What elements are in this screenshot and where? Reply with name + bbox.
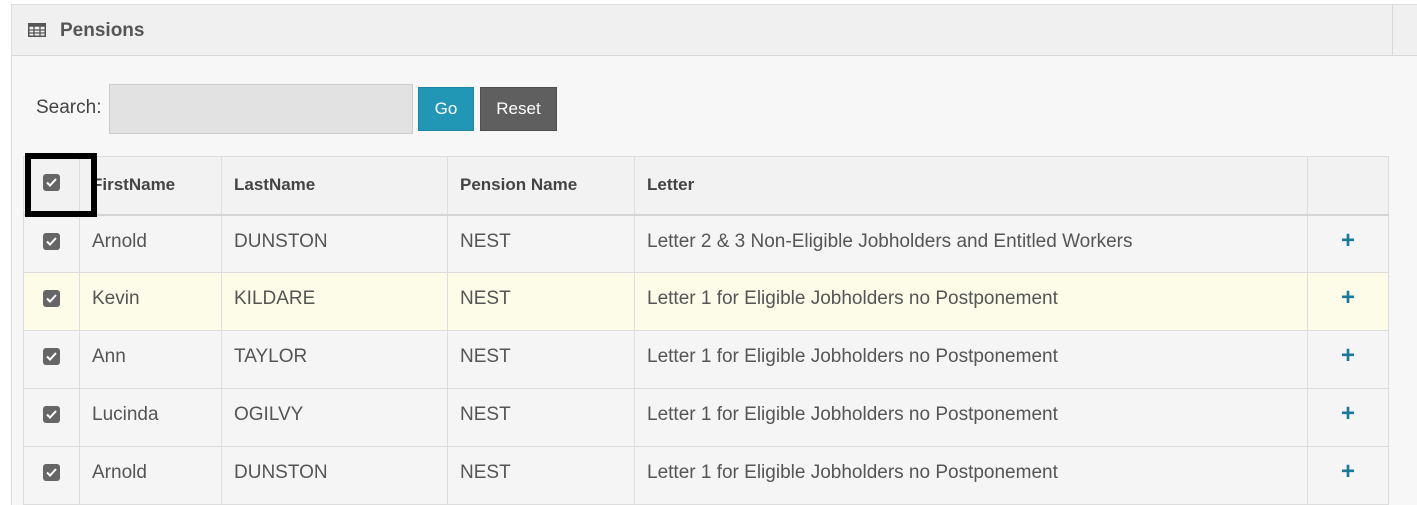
check-icon <box>46 410 57 419</box>
row-checkbox-cell <box>23 214 80 273</box>
table-row[interactable]: Lucinda OGILVY NEST Letter 1 for Eligibl… <box>23 388 1389 447</box>
cell-letter: Letter 2 & 3 Non-Eligible Jobholders and… <box>634 214 1308 273</box>
cell-pension-name: NEST <box>447 272 635 331</box>
cell-firstname-link[interactable]: Kevin <box>79 272 222 331</box>
cell-action: + <box>1307 214 1389 273</box>
table-row[interactable]: Ann TAYLOR NEST Letter 1 for Eligible Jo… <box>23 330 1389 389</box>
cell-firstname: Arnold <box>79 214 222 273</box>
panel-title: Pensions <box>60 20 145 41</box>
table-header-row: FirstName LastName Pension Name Letter <box>23 156 1389 216</box>
search-input[interactable] <box>109 84 413 134</box>
cell-action: + <box>1307 330 1389 389</box>
select-all-checkbox[interactable] <box>43 174 60 192</box>
cell-action: + <box>1307 272 1389 331</box>
cell-lastname: DUNSTON <box>221 446 448 505</box>
pensions-table: FirstName LastName Pension Name Letter A… <box>23 156 1389 505</box>
plus-icon[interactable]: + <box>1341 344 1355 368</box>
go-button[interactable]: Go <box>418 87 474 131</box>
cell-pension-name: NEST <box>447 388 635 447</box>
cell-firstname: Arnold <box>79 446 222 505</box>
panel-header: Pensions <box>12 5 1417 56</box>
cell-pension-name: NEST <box>447 330 635 389</box>
header-divider <box>1392 5 1393 56</box>
row-checkbox-cell <box>23 446 80 505</box>
select-all-cell <box>23 156 80 216</box>
search-label: Search: <box>36 97 102 118</box>
check-icon <box>46 178 57 188</box>
plus-icon[interactable]: + <box>1341 228 1355 253</box>
row-checkbox[interactable] <box>43 232 60 250</box>
table-row[interactable]: Arnold DUNSTON NEST Letter 2 & 3 Non-Eli… <box>23 214 1389 273</box>
table-row[interactable]: Arnold DUNSTON NEST Letter 1 for Eligibl… <box>23 446 1389 505</box>
column-header-firstname[interactable]: FirstName <box>79 156 222 216</box>
cell-letter: Letter 1 for Eligible Jobholders no Post… <box>634 388 1308 447</box>
plus-icon[interactable]: + <box>1341 286 1355 310</box>
cell-firstname: Lucinda <box>79 388 222 447</box>
cell-pension-name: NEST <box>447 214 635 273</box>
check-icon <box>46 468 57 477</box>
plus-icon[interactable]: + <box>1341 460 1355 484</box>
column-header-lastname[interactable]: LastName <box>221 156 448 216</box>
plus-icon[interactable]: + <box>1341 402 1355 426</box>
row-checkbox[interactable] <box>43 348 60 365</box>
reset-button[interactable]: Reset <box>480 87 557 131</box>
cell-lastname: KILDARE <box>221 272 448 331</box>
check-icon <box>46 294 57 303</box>
column-header-actions <box>1307 156 1389 216</box>
row-checkbox-cell <box>23 330 80 389</box>
cell-action: + <box>1307 446 1389 505</box>
row-checkbox[interactable] <box>43 290 60 307</box>
row-checkbox-cell <box>23 272 80 331</box>
cell-pension-name: NEST <box>447 446 635 505</box>
cell-firstname: Ann <box>79 330 222 389</box>
check-icon <box>46 352 57 361</box>
cell-lastname: DUNSTON <box>221 214 448 273</box>
cell-lastname: OGILVY <box>221 388 448 447</box>
check-icon <box>46 236 57 246</box>
cell-action: + <box>1307 388 1389 447</box>
cell-lastname: TAYLOR <box>221 330 448 389</box>
row-checkbox-cell <box>23 388 80 447</box>
table-row[interactable]: Kevin KILDARE NEST Letter 1 for Eligible… <box>23 272 1389 331</box>
column-header-letter[interactable]: Letter <box>634 156 1308 216</box>
cell-letter: Letter 1 for Eligible Jobholders no Post… <box>634 446 1308 505</box>
column-header-pension-name[interactable]: Pension Name <box>447 156 635 216</box>
table-icon <box>28 23 46 37</box>
row-checkbox[interactable] <box>43 464 60 481</box>
cell-letter: Letter 1 for Eligible Jobholders no Post… <box>634 272 1308 331</box>
row-checkbox[interactable] <box>43 406 60 423</box>
cell-letter: Letter 1 for Eligible Jobholders no Post… <box>634 330 1308 389</box>
